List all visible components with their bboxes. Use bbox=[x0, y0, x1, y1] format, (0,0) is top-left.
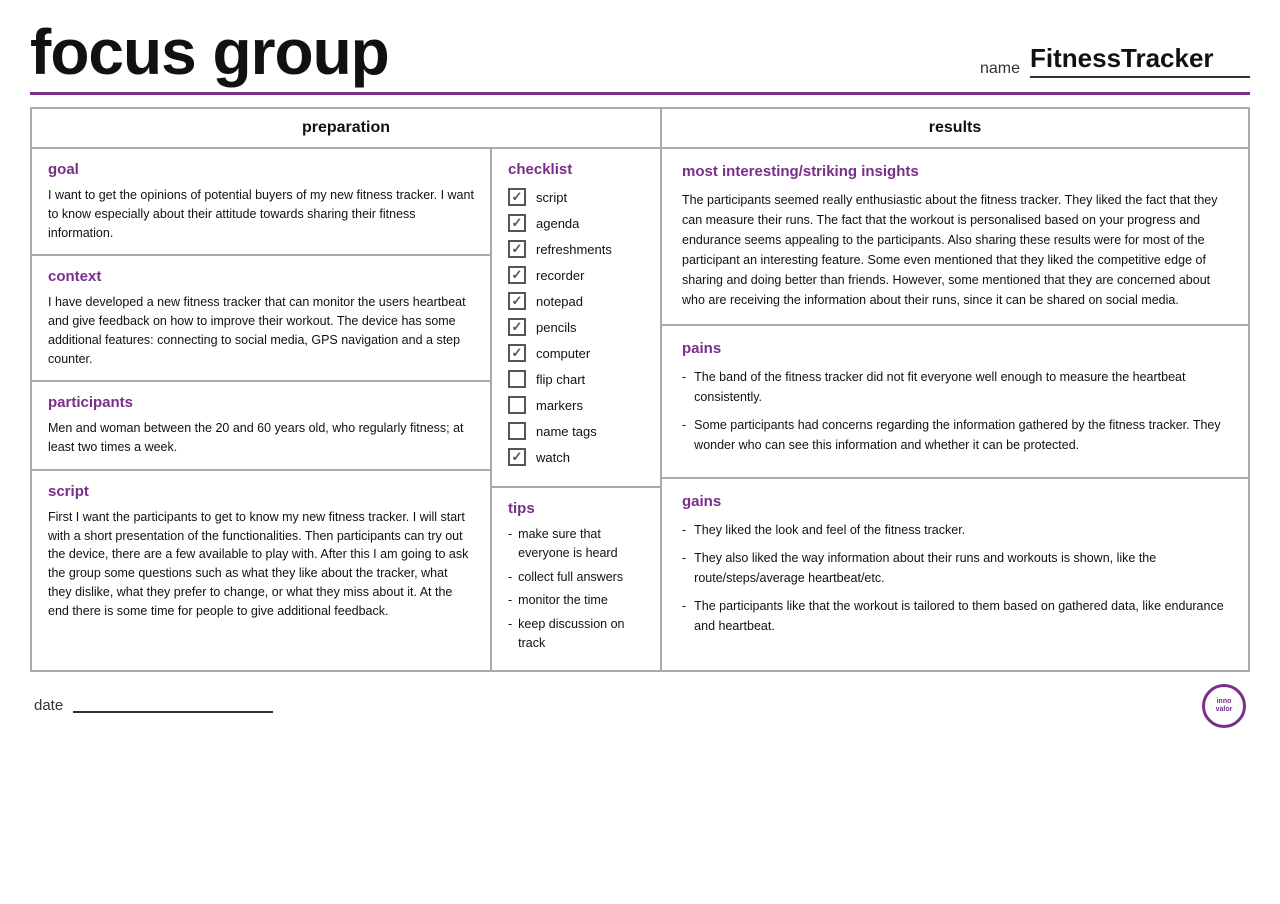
checkbox-unchecked[interactable] bbox=[508, 396, 526, 414]
checklist-section: checklist script agenda refreshments record… bbox=[492, 149, 660, 488]
checkbox-checked[interactable] bbox=[508, 448, 526, 466]
checklist-item: name tags bbox=[508, 422, 644, 440]
participants-text: Men and woman between the 20 and 60 year… bbox=[48, 419, 474, 457]
checklist-item-label: watch bbox=[536, 450, 570, 465]
checklist-item-label: agenda bbox=[536, 216, 579, 231]
script-heading: script bbox=[48, 483, 474, 500]
page-header: focus group name FitnessTracker bbox=[30, 20, 1250, 84]
tip-item: collect full answers bbox=[508, 568, 644, 587]
goal-text: I want to get the opinions of potential … bbox=[48, 186, 474, 242]
gain-item: They liked the look and feel of the fitn… bbox=[682, 520, 1228, 540]
tip-item: make sure that everyone is heard bbox=[508, 525, 644, 563]
gains-heading: gains bbox=[682, 493, 1228, 510]
gain-item: The participants like that the workout i… bbox=[682, 596, 1228, 636]
goal-heading: goal bbox=[48, 161, 474, 178]
checkbox-checked[interactable] bbox=[508, 318, 526, 336]
checklist-tips-column: checklist script agenda refreshments record… bbox=[492, 149, 660, 670]
checklist-item-label: flip chart bbox=[536, 372, 585, 387]
tips-section: tips make sure that everyone is heard col… bbox=[492, 488, 660, 670]
checklist-item-label: pencils bbox=[536, 320, 576, 335]
results-header: results bbox=[662, 109, 1248, 149]
checklist-item: notepad bbox=[508, 292, 644, 310]
checkbox-checked[interactable] bbox=[508, 214, 526, 232]
script-block: script First I want the participants to … bbox=[32, 471, 490, 670]
checklist-item: flip chart bbox=[508, 370, 644, 388]
checklist-item-label: markers bbox=[536, 398, 583, 413]
results-section: results most interesting/striking insigh… bbox=[662, 109, 1248, 670]
pains-heading: pains bbox=[682, 340, 1228, 357]
tips-list: make sure that everyone is heard collect … bbox=[508, 525, 644, 653]
results-body: most interesting/striking insights The p… bbox=[662, 149, 1248, 670]
preparation-header: preparation bbox=[32, 109, 660, 149]
logo-circle: inno valor bbox=[1202, 684, 1246, 728]
checklist-item: script bbox=[508, 188, 644, 206]
info-blocks: goal I want to get the opinions of poten… bbox=[32, 149, 492, 670]
checklist-item-label: script bbox=[536, 190, 567, 205]
name-area: name FitnessTracker bbox=[980, 43, 1250, 84]
logo-text-bottom: valor bbox=[1216, 706, 1233, 714]
checklist-item-label: name tags bbox=[536, 424, 597, 439]
pain-item: The band of the fitness tracker did not … bbox=[682, 367, 1228, 407]
main-layout: preparation goal I want to get the opini… bbox=[30, 107, 1250, 672]
checklist-item-label: recorder bbox=[536, 268, 584, 283]
gains-list: They liked the look and feel of the fitn… bbox=[682, 520, 1228, 636]
checkbox-checked[interactable] bbox=[508, 240, 526, 258]
context-text: I have developed a new fitness tracker t… bbox=[48, 293, 474, 368]
checkbox-checked[interactable] bbox=[508, 266, 526, 284]
checklist-item-label: computer bbox=[536, 346, 590, 361]
checklist-items: script agenda refreshments recorder notepad p… bbox=[508, 188, 644, 466]
participants-block: participants Men and woman between the 2… bbox=[32, 382, 490, 471]
insights-heading: most interesting/striking insights bbox=[682, 163, 1228, 180]
checkbox-unchecked[interactable] bbox=[508, 370, 526, 388]
preparation-body: goal I want to get the opinions of poten… bbox=[32, 149, 660, 670]
date-line bbox=[73, 699, 273, 713]
context-heading: context bbox=[48, 268, 474, 285]
checklist-heading: checklist bbox=[508, 161, 644, 178]
checklist-item: refreshments bbox=[508, 240, 644, 258]
checklist-item-label: refreshments bbox=[536, 242, 612, 257]
insights-block: most interesting/striking insights The p… bbox=[662, 149, 1248, 326]
checklist-item: agenda bbox=[508, 214, 644, 232]
tip-item: keep discussion on track bbox=[508, 615, 644, 653]
checkbox-checked[interactable] bbox=[508, 344, 526, 362]
checklist-item-label: notepad bbox=[536, 294, 583, 309]
checkbox-unchecked[interactable] bbox=[508, 422, 526, 440]
gain-item: They also liked the way information abou… bbox=[682, 548, 1228, 588]
page-footer: date inno valor bbox=[30, 684, 1250, 728]
date-area: date bbox=[34, 697, 273, 714]
checklist-item: computer bbox=[508, 344, 644, 362]
checklist-item: recorder bbox=[508, 266, 644, 284]
date-label: date bbox=[34, 697, 63, 714]
participants-heading: participants bbox=[48, 394, 474, 411]
context-block: context I have developed a new fitness t… bbox=[32, 256, 490, 382]
checklist-item: markers bbox=[508, 396, 644, 414]
pains-list: The band of the fitness tracker did not … bbox=[682, 367, 1228, 455]
pain-item: Some participants had concerns regarding… bbox=[682, 415, 1228, 455]
checklist-item: pencils bbox=[508, 318, 644, 336]
logo: inno valor bbox=[1202, 684, 1246, 728]
script-text: First I want the participants to get to … bbox=[48, 508, 474, 621]
top-divider bbox=[30, 92, 1250, 95]
page-title: focus group bbox=[30, 20, 389, 84]
name-value: FitnessTracker bbox=[1030, 43, 1250, 78]
logo-text-top: inno bbox=[1217, 698, 1232, 706]
goal-block: goal I want to get the opinions of poten… bbox=[32, 149, 490, 256]
insights-text: The participants seemed really enthusias… bbox=[682, 190, 1228, 310]
name-label: name bbox=[980, 60, 1020, 78]
checkbox-checked[interactable] bbox=[508, 188, 526, 206]
gains-block: gains They liked the look and feel of th… bbox=[662, 479, 1248, 670]
checklist-item: watch bbox=[508, 448, 644, 466]
checkbox-checked[interactable] bbox=[508, 292, 526, 310]
preparation-section: preparation goal I want to get the opini… bbox=[32, 109, 662, 670]
pains-block: pains The band of the fitness tracker di… bbox=[662, 326, 1248, 479]
tips-heading: tips bbox=[508, 500, 644, 517]
tip-item: monitor the time bbox=[508, 591, 644, 610]
